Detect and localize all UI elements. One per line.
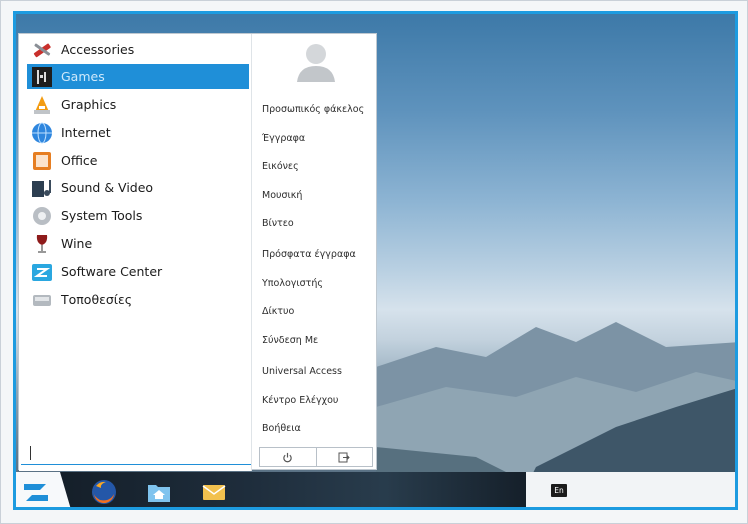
power-icon: [283, 452, 292, 462]
category-internet[interactable]: Internet: [27, 120, 249, 145]
place-music[interactable]: Μουσική: [262, 190, 302, 201]
place-pictures[interactable]: Εικόνες: [262, 161, 299, 172]
mail-launcher[interactable]: [200, 478, 228, 506]
accessories-icon: [29, 38, 55, 62]
games-icon: [29, 65, 55, 89]
firefox-icon: [92, 480, 116, 504]
category-label: Accessories: [61, 42, 135, 57]
place-universal-access[interactable]: Universal Access: [262, 366, 342, 377]
category-wine[interactable]: Wine: [27, 231, 249, 256]
logout-icon: [338, 452, 350, 462]
home-folder-icon: [148, 485, 170, 502]
place-network[interactable]: Δίκτυο: [262, 306, 294, 317]
category-label: Software Center: [61, 264, 163, 279]
place-control-center[interactable]: Κέντρο Ελέγχου: [262, 395, 338, 406]
graphics-icon: [29, 93, 55, 117]
category-games[interactable]: Games: [27, 64, 249, 89]
user-avatar-icon[interactable]: [293, 38, 339, 84]
language-indicator[interactable]: En: [551, 484, 567, 497]
category-graphics[interactable]: Graphics: [27, 92, 249, 117]
category-label: Wine: [61, 236, 93, 251]
category-label: Graphics: [61, 97, 117, 112]
place-videos[interactable]: Βίντεο: [262, 218, 294, 229]
zorin-logo-icon: [24, 484, 48, 501]
system-tools-icon: [29, 204, 55, 228]
software-center-icon: [29, 260, 55, 284]
session-buttons: [259, 447, 373, 467]
category-panel: Accessories Games Graphics Internet Offi…: [19, 34, 252, 471]
place-documents[interactable]: Έγγραφα: [262, 133, 305, 144]
firefox-launcher[interactable]: [90, 478, 118, 506]
category-label: Games: [61, 69, 105, 84]
text-caret: [30, 446, 31, 460]
category-software-center[interactable]: Software Center: [27, 259, 249, 284]
places-panel: Προσωπικός φάκελος Έγγραφα Εικόνες Μουσι…: [253, 34, 377, 471]
place-connect-to[interactable]: Σύνδεση Με: [262, 335, 318, 346]
desktop: Accessories Games Graphics Internet Offi…: [13, 11, 738, 510]
internet-icon: [29, 121, 55, 145]
category-accessories[interactable]: Accessories: [27, 37, 249, 62]
start-menu: Accessories Games Graphics Internet Offi…: [18, 33, 377, 471]
category-label: System Tools: [61, 208, 143, 223]
category-label: Sound & Video: [61, 180, 154, 195]
taskbar-launcher-area: [56, 472, 526, 507]
office-icon: [29, 149, 55, 173]
category-label: Internet: [61, 125, 111, 140]
category-sound-video[interactable]: Sound & Video: [27, 175, 249, 200]
category-label: Τοποθεσίες: [61, 292, 133, 307]
place-help[interactable]: Βοήθεια: [262, 423, 301, 434]
search-input[interactable]: [21, 440, 251, 465]
wine-icon: [29, 232, 55, 256]
place-computer[interactable]: Υπολογιστής: [262, 278, 323, 289]
category-label: Office: [61, 153, 98, 168]
mail-icon: [202, 485, 226, 500]
home-folder-launcher[interactable]: [145, 478, 173, 506]
window-frame: Accessories Games Graphics Internet Offi…: [0, 0, 748, 524]
category-office[interactable]: Office: [27, 148, 249, 173]
logout-button[interactable]: [315, 448, 373, 466]
place-personal-folder[interactable]: Προσωπικός φάκελος: [262, 104, 364, 115]
place-recent-documents[interactable]: Πρόσφατα έγγραφα: [262, 249, 356, 260]
places-icon: [29, 288, 55, 312]
category-places[interactable]: Τοποθεσίες: [27, 287, 249, 312]
power-button[interactable]: [260, 448, 316, 466]
category-system-tools[interactable]: System Tools: [27, 203, 249, 228]
sound-video-icon: [29, 176, 55, 200]
